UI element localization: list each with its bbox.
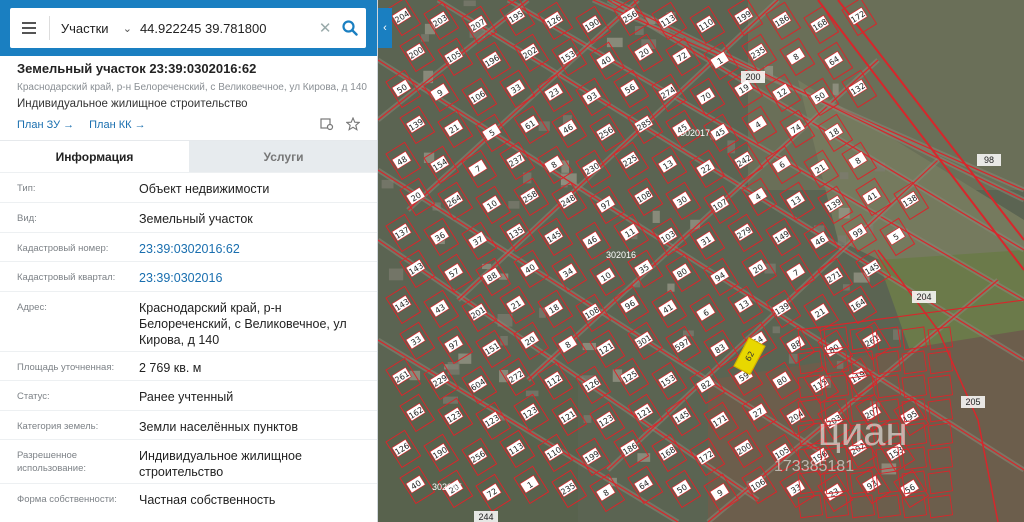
tab-bar: Информация Услуги: [0, 140, 377, 173]
action-icons: [320, 116, 361, 131]
roof-patch: [463, 0, 476, 7]
quarter-label: 302015: [432, 482, 462, 492]
table-row: Форма собственности: Частная собственнос…: [0, 483, 377, 513]
clear-icon[interactable]: ✕: [316, 19, 335, 37]
table-row: Статус: Ранее учтенный: [0, 380, 377, 410]
row-value: Индивидуальное жилищное строительство: [139, 449, 302, 479]
row-value: Частная собственность: [139, 493, 276, 507]
chevron-down-icon: ⌄: [122, 22, 132, 35]
object-title: Земельный участок 23:39:0302016:62: [17, 61, 257, 76]
roof-patch: [538, 121, 550, 131]
watermark-logo: циан: [818, 410, 908, 454]
row-label: Тип:: [17, 183, 36, 194]
object-use: Индивидуальное жилищное строительство: [17, 98, 248, 110]
big-parcel-number: 204: [916, 292, 931, 302]
row-label: Площадь уточненная:: [17, 362, 115, 373]
search-button[interactable]: [334, 8, 366, 48]
info-table: Тип: Объект недвижимости Вид: Земельный …: [0, 172, 377, 513]
row-label: Кадастровый номер:: [17, 243, 109, 254]
tab-info[interactable]: Информация: [0, 141, 189, 173]
row-value: Объект недвижимости: [139, 182, 270, 196]
row-value: Земли населённых пунктов: [139, 420, 298, 434]
measure-icon[interactable]: [320, 117, 334, 131]
search-bar: Участки ⌄ ✕: [0, 0, 377, 56]
quarter-label: 302016: [606, 250, 636, 260]
row-label: Форма собственности:: [17, 494, 117, 505]
tab-services[interactable]: Услуги: [189, 141, 377, 173]
big-parcel-number: 244: [478, 512, 493, 522]
big-parcel-number: 205: [965, 397, 980, 407]
cadastral-quarter-link[interactable]: 23:39:0302016: [139, 262, 370, 291]
watermark-id: 173385181: [774, 458, 854, 475]
table-row: Разрешенное использование: Индивидуально…: [0, 439, 377, 483]
plan-links: План ЗУ → План КК →: [17, 119, 146, 131]
row-label: Категория земель:: [17, 421, 99, 432]
roof-patch: [525, 390, 539, 397]
plan-zu-link[interactable]: План ЗУ →: [17, 119, 74, 131]
plan-kk-link[interactable]: План КК →: [89, 119, 145, 131]
table-row: Категория земель: Земли населённых пункт…: [0, 410, 377, 439]
search-box: Участки ⌄ ✕: [10, 8, 366, 48]
row-label: Адрес:: [17, 302, 47, 313]
collapse-panel-button[interactable]: ‹: [378, 8, 392, 48]
layer-select[interactable]: Участки ⌄: [50, 21, 136, 36]
roof-patch: [423, 152, 435, 163]
roof-patch: [772, 326, 780, 334]
table-row: Площадь уточненная: 2 769 кв. м: [0, 351, 377, 380]
table-row: Тип: Объект недвижимости: [0, 172, 377, 202]
roof-patch: [508, 201, 520, 209]
table-row: Адрес: Краснодарский край, р-н Белоречен…: [0, 291, 377, 351]
star-icon[interactable]: [345, 116, 361, 131]
quarter-label: 302017: [680, 128, 710, 138]
table-row: Кадастровый номер: 23:39:0302016:62: [0, 232, 377, 261]
search-icon: [342, 20, 358, 36]
table-row: Кадастровый квартал: 23:39:0302016: [0, 261, 377, 291]
row-value: Краснодарский край, р-н Белореченский, с…: [139, 301, 347, 347]
roof-patch: [682, 330, 694, 337]
layer-select-label: Участки: [60, 20, 109, 36]
roof-patch: [388, 268, 404, 281]
row-label: Кадастровый квартал:: [17, 272, 116, 283]
row-value: Ранее учтенный: [139, 390, 234, 404]
row-value: 2 769 кв. м: [139, 361, 202, 375]
search-input[interactable]: [135, 13, 316, 43]
menu-icon[interactable]: [10, 8, 49, 48]
row-value: Земельный участок: [139, 212, 253, 226]
cadastral-number-link[interactable]: 23:39:0302016:62: [139, 233, 370, 261]
row-label: Вид:: [17, 213, 37, 224]
roof-patch: [561, 160, 569, 173]
map-canvas[interactable]: 204 203 207195 126 190256 113 110199 186 1681722…: [378, 0, 1024, 522]
info-panel: Участки ⌄ ✕ Земельный участок 23:39:0302…: [0, 0, 378, 522]
big-parcel-number: 98: [984, 155, 994, 165]
row-label: Статус:: [17, 391, 50, 402]
table-row: Вид: Земельный участок: [0, 202, 377, 232]
object-address: Краснодарский край, р-н Белореченский, с…: [17, 82, 367, 93]
big-parcel-number: 200: [745, 72, 760, 82]
roof-patch: [652, 210, 660, 223]
roof-patch: [839, 172, 849, 180]
cadastral-map[interactable]: 204 203 207 195 126 190 256 113 110 199 186 168 172 2…: [378, 0, 1024, 522]
row-label: Разрешенное использование:: [17, 450, 87, 474]
roof-patch: [458, 353, 472, 364]
